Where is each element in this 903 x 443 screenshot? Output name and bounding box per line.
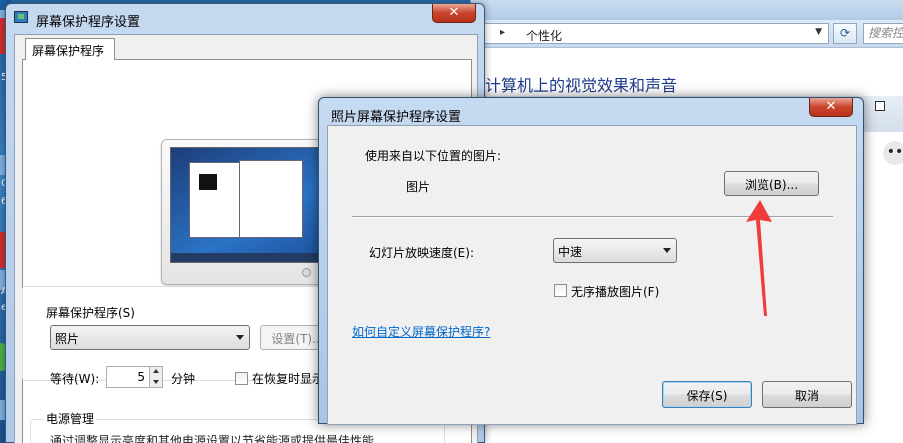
refresh-icon[interactable]: ⟳ [833, 23, 857, 44]
annotation-arrow-icon [746, 200, 772, 316]
search-input[interactable]: 搜索控 [863, 23, 903, 44]
slideshow-speed-label: 幻灯片放映速度(E): [369, 246, 474, 260]
address-bar: ▸ 个性化 ▼ ⟳ 搜索控 [471, 20, 903, 48]
option-checkbox[interactable] [875, 101, 885, 111]
address-dropdown-icon[interactable]: ▼ [815, 27, 822, 37]
screen-saver-group-label: 屏幕保护程序(S) [44, 304, 137, 321]
close-button[interactable]: ✕ [809, 98, 853, 117]
power-management-label: 电源管理 [44, 410, 97, 427]
use-pictures-label: 使用来自以下位置的图片: [365, 149, 502, 163]
preview-taskbar [171, 253, 329, 262]
tab-screen-saver[interactable]: 屏幕保护程序 [25, 38, 115, 60]
page-title: 计算机上的视觉效果和声音 [485, 76, 678, 95]
wait-label: 等待(W): [50, 372, 100, 386]
slideshow-speed-value: 中速 [558, 245, 583, 259]
preview-thumbnail [199, 174, 217, 190]
more-options-button[interactable]: •• [883, 141, 903, 165]
wait-unit-label: 分钟 [171, 372, 196, 386]
power-led-icon [302, 268, 311, 277]
chevron-down-icon[interactable] [153, 380, 159, 384]
screen-saver-select-value: 照片 [55, 332, 80, 346]
close-button[interactable]: ✕ [432, 4, 476, 23]
customize-help-link[interactable]: 如何自定义屏幕保护程序? [352, 323, 490, 340]
chevron-down-icon [663, 248, 671, 253]
shuffle-pictures-label[interactable]: 无序播放图片(F) [571, 283, 659, 300]
slideshow-speed-select[interactable]: 中速 [553, 238, 677, 263]
pictures-location-label: 图片 [406, 180, 431, 194]
breadcrumb-separator-icon[interactable]: ▸ [500, 27, 505, 38]
wait-minutes-stepper[interactable] [149, 366, 163, 388]
chevron-down-icon [236, 335, 244, 340]
dialog-title: 照片屏幕保护程序设置 [331, 110, 462, 125]
preview-screen [170, 147, 330, 263]
shuffle-pictures-checkbox[interactable] [554, 284, 567, 297]
resume-logon-checkbox[interactable] [235, 372, 248, 385]
screen-saver-select[interactable]: 照片 [50, 325, 250, 350]
personalization-titlebar [471, 0, 903, 20]
save-button[interactable]: 保存(S) [662, 381, 752, 408]
screen-saver-app-icon [14, 11, 28, 23]
preview-window [239, 160, 303, 238]
photos-screen-saver-dialog: 照片屏幕保护程序设置 ✕ 使用来自以下位置的图片: 图片 浏览(B)... 幻灯… [318, 97, 864, 425]
cancel-button[interactable]: 取消 [762, 381, 852, 408]
chevron-up-icon[interactable] [153, 369, 159, 373]
breadcrumb-personalization[interactable]: 个性化 [526, 27, 562, 44]
power-management-description: 通过调整显示亮度和其他电源设置以节省能源或提供最佳性能 [50, 434, 375, 443]
window-title: 屏幕保护程序设置 [36, 15, 141, 30]
monitor-preview [161, 139, 337, 285]
wait-minutes-input[interactable]: 5 [106, 366, 150, 388]
address-field[interactable]: ▸ 个性化 ▼ [481, 23, 829, 44]
browse-button[interactable]: 浏览(B)... [724, 171, 819, 196]
